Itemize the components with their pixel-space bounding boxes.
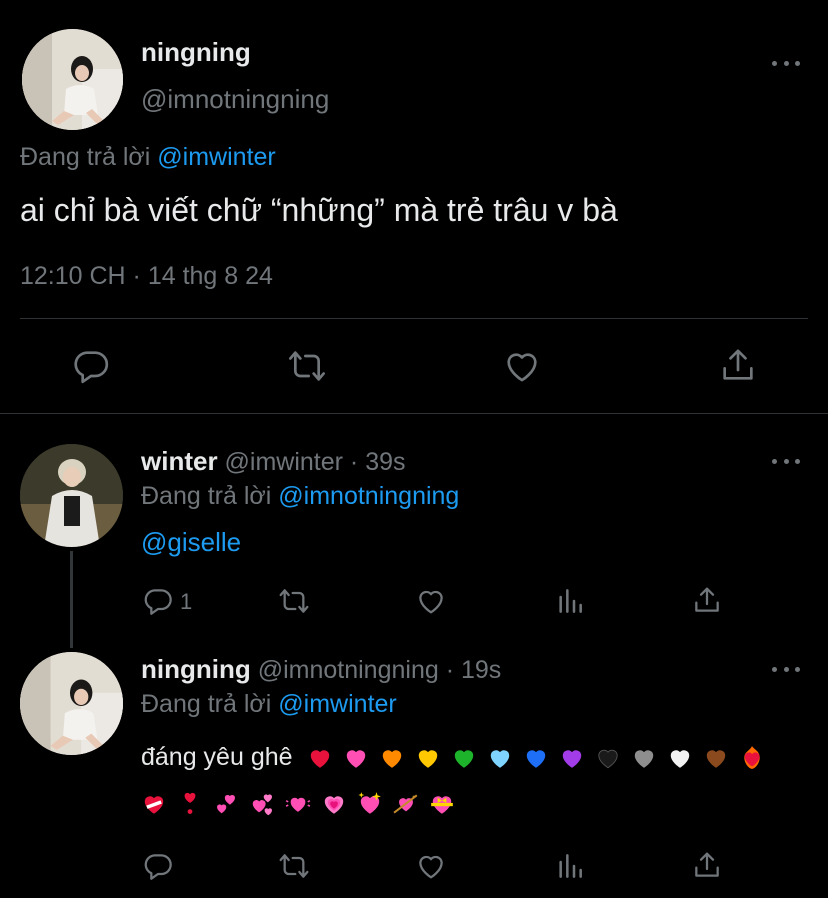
avatar[interactable] (22, 29, 123, 130)
light-blue-heart-icon (487, 745, 513, 771)
share-icon[interactable] (718, 345, 758, 385)
reply-icon[interactable] (142, 585, 174, 617)
reply-prefix: Đang trả lời (141, 690, 272, 718)
like-icon[interactable] (415, 850, 447, 882)
heart-with-ribbon-icon (429, 791, 455, 817)
reply-prefix: Đang trả lời (141, 482, 272, 510)
reply-header: ningning @imnotningning · 19s (141, 654, 501, 685)
thread-line (70, 551, 73, 648)
reply-context: Đang trả lời @imwinter (141, 690, 397, 719)
reply-to-link[interactable]: @imwinter (157, 143, 275, 171)
retweet-icon[interactable] (277, 850, 311, 882)
tweet-text[interactable]: @giselle (141, 527, 241, 558)
retweet-icon[interactable] (286, 346, 328, 386)
beating-heart-icon (285, 791, 311, 817)
display-name[interactable]: ningning (141, 37, 251, 68)
handle[interactable]: @imnotningning (141, 84, 329, 115)
views-icon[interactable] (554, 585, 586, 617)
reply-context: Đang trả lời @imwinter (20, 143, 276, 172)
display-name[interactable]: winter (141, 446, 218, 476)
like-icon[interactable] (415, 585, 447, 617)
tweet-text: đáng yêu ghê (141, 743, 293, 771)
reply-count: 1 (180, 589, 193, 614)
mending-heart-icon (141, 791, 167, 817)
reply-context: Đang trả lời @imnotningning (141, 482, 459, 511)
views-icon[interactable] (554, 850, 586, 882)
section-divider (0, 413, 828, 414)
pink-heart-icon (343, 745, 369, 771)
handle-meta[interactable]: @imnotningning · 19s (258, 656, 502, 684)
two-hearts-icon (213, 791, 239, 817)
emoji-row (141, 791, 465, 817)
growing-heart-icon (321, 791, 347, 817)
reply-icon[interactable] (142, 850, 174, 882)
avatar[interactable] (20, 652, 123, 755)
divider (20, 318, 808, 319)
more-options-icon[interactable] (772, 662, 800, 676)
brown-heart-icon (703, 745, 729, 771)
purple-heart-icon (559, 745, 585, 771)
display-name[interactable]: ningning (141, 654, 251, 684)
green-heart-icon (451, 745, 477, 771)
like-icon[interactable] (502, 346, 542, 386)
reply-to-link[interactable]: @imnotningning (278, 482, 459, 510)
reply-to-link[interactable]: @imwinter (278, 690, 396, 718)
reply-icon[interactable] (71, 346, 111, 386)
blue-heart-icon (523, 745, 549, 771)
tweet-text: ai chỉ bà viết chữ “những” mà trẻ trâu v… (20, 192, 618, 228)
sparkling-heart-icon (357, 791, 383, 817)
tweet-text-line1: đáng yêu ghê (141, 743, 775, 772)
white-heart-icon (667, 745, 693, 771)
avatar[interactable] (20, 444, 123, 547)
reply-prefix: Đang trả lời (20, 143, 151, 171)
revolving-hearts-icon (249, 791, 275, 817)
heart-on-fire-icon (739, 745, 765, 771)
orange-heart-icon (379, 745, 405, 771)
heart-with-arrow-icon (393, 791, 419, 817)
share-icon[interactable] (691, 849, 723, 881)
more-options-icon[interactable] (772, 454, 800, 468)
timestamp[interactable]: 12:10 CH · 14 thg 8 24 (20, 262, 273, 291)
black-heart-icon (595, 745, 621, 771)
handle-meta[interactable]: @imwinter · 39s (225, 448, 406, 476)
reply-header: winter @imwinter · 39s (141, 446, 406, 477)
grey-heart-icon (631, 745, 657, 771)
yellow-heart-icon (415, 745, 441, 771)
retweet-icon[interactable] (277, 585, 311, 617)
red-heart-icon (307, 745, 333, 771)
share-icon[interactable] (691, 584, 723, 616)
heart-exclamation-icon (177, 791, 203, 817)
emoji-row (307, 745, 775, 771)
more-options-icon[interactable] (772, 56, 800, 70)
